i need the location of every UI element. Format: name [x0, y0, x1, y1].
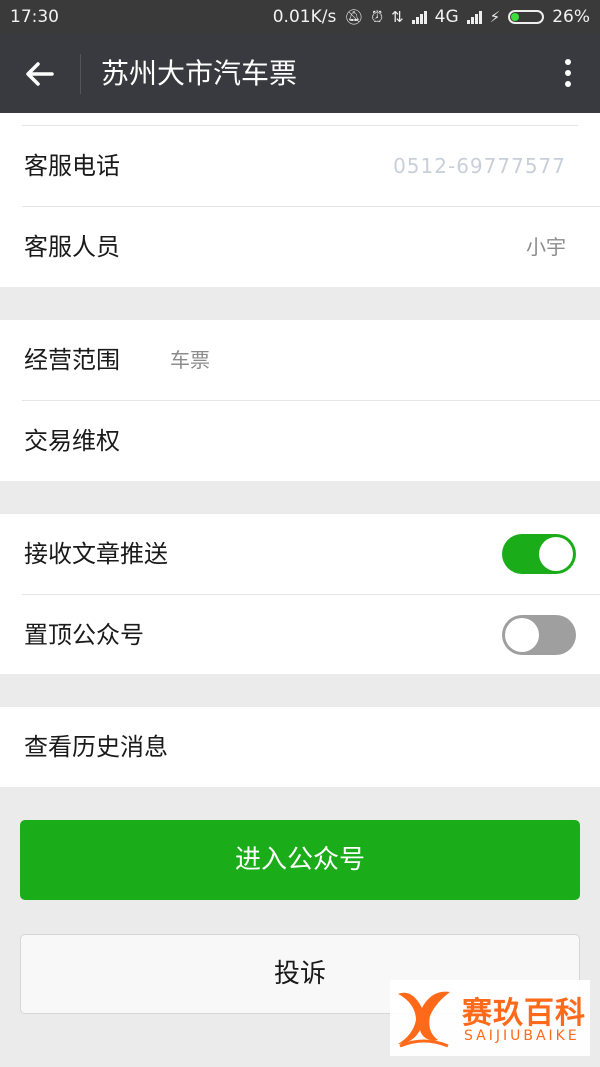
business-scope-label: 经营范围 — [24, 346, 120, 374]
page-title: 苏州大市汽车票 — [101, 57, 298, 90]
history-group: 查看历史消息 — [0, 707, 600, 787]
customer-phone-value[interactable]: 0512-69777577 — [393, 126, 566, 206]
signal-icon — [411, 10, 427, 24]
pin-account-toggle[interactable] — [502, 615, 576, 655]
watermark-text-cn: 赛玖百科 — [462, 996, 586, 1031]
view-history-row[interactable]: 查看历史消息 — [22, 707, 600, 787]
title-bar: 苏州大市汽车票 — [0, 34, 600, 113]
network-type: 4G — [434, 7, 459, 27]
watermark: 赛玖百科 SAIJIUBAIKE — [390, 980, 590, 1056]
customer-phone-label: 客服电话 — [24, 152, 120, 180]
customer-phone-row[interactable]: 客服电话 0512-69777577 — [22, 126, 600, 207]
enter-account-button[interactable]: 进入公众号 — [20, 820, 580, 900]
customer-staff-label: 客服人员 — [24, 233, 120, 261]
view-history-label: 查看历史消息 — [24, 733, 168, 761]
status-time: 17:30 — [10, 7, 59, 27]
business-scope-value: 车票 — [170, 348, 210, 372]
settings-group: 接收文章推送 置顶公众号 — [0, 514, 600, 674]
toggle-knob — [505, 618, 539, 652]
business-group: 经营范围 车票 交易维权 — [0, 320, 600, 481]
more-vertical-icon[interactable] — [564, 56, 572, 92]
trade-rights-label: 交易维权 — [24, 427, 120, 455]
battery-icon — [508, 10, 545, 24]
network-speed: 0.01K/s — [272, 7, 337, 27]
trade-rights-row[interactable]: 交易维权 — [22, 401, 600, 481]
signal-icon — [466, 10, 482, 24]
status-bar: 17:30 0.01K/s 🔕︎ ⏰︎ ⇅ 4G ⚡︎ 26% — [0, 0, 600, 34]
pin-account-row: 置顶公众号 — [22, 595, 600, 675]
alarm-icon: ⏰︎ — [371, 8, 384, 26]
info-group: 客服电话 0512-69777577 客服人员 小宇 — [0, 113, 600, 287]
business-scope-row: 经营范围 车票 — [22, 320, 600, 401]
charging-icon: ⚡︎ — [489, 8, 501, 26]
watermark-text-en: SAIJIUBAIKE — [464, 1028, 580, 1044]
status-icons: 0.01K/s 🔕︎ ⏰︎ ⇅ 4G ⚡︎ 26% — [273, 7, 590, 27]
title-divider — [80, 54, 81, 94]
arrow-left-icon[interactable] — [22, 56, 58, 92]
mute-icon: 🔕︎ — [344, 8, 364, 26]
customer-staff-row: 客服人员 小宇 — [22, 207, 600, 287]
pin-account-label: 置顶公众号 — [24, 621, 144, 649]
toggle-knob — [539, 537, 573, 571]
data-transfer-icon: ⇅ — [391, 8, 404, 26]
customer-staff-value: 小宇 — [526, 235, 566, 259]
whale-tail-logo-icon — [398, 991, 450, 1048]
battery-percent: 26% — [552, 7, 590, 27]
receive-articles-row: 接收文章推送 — [22, 514, 600, 595]
receive-articles-label: 接收文章推送 — [24, 540, 168, 568]
receive-articles-toggle[interactable] — [502, 534, 576, 574]
